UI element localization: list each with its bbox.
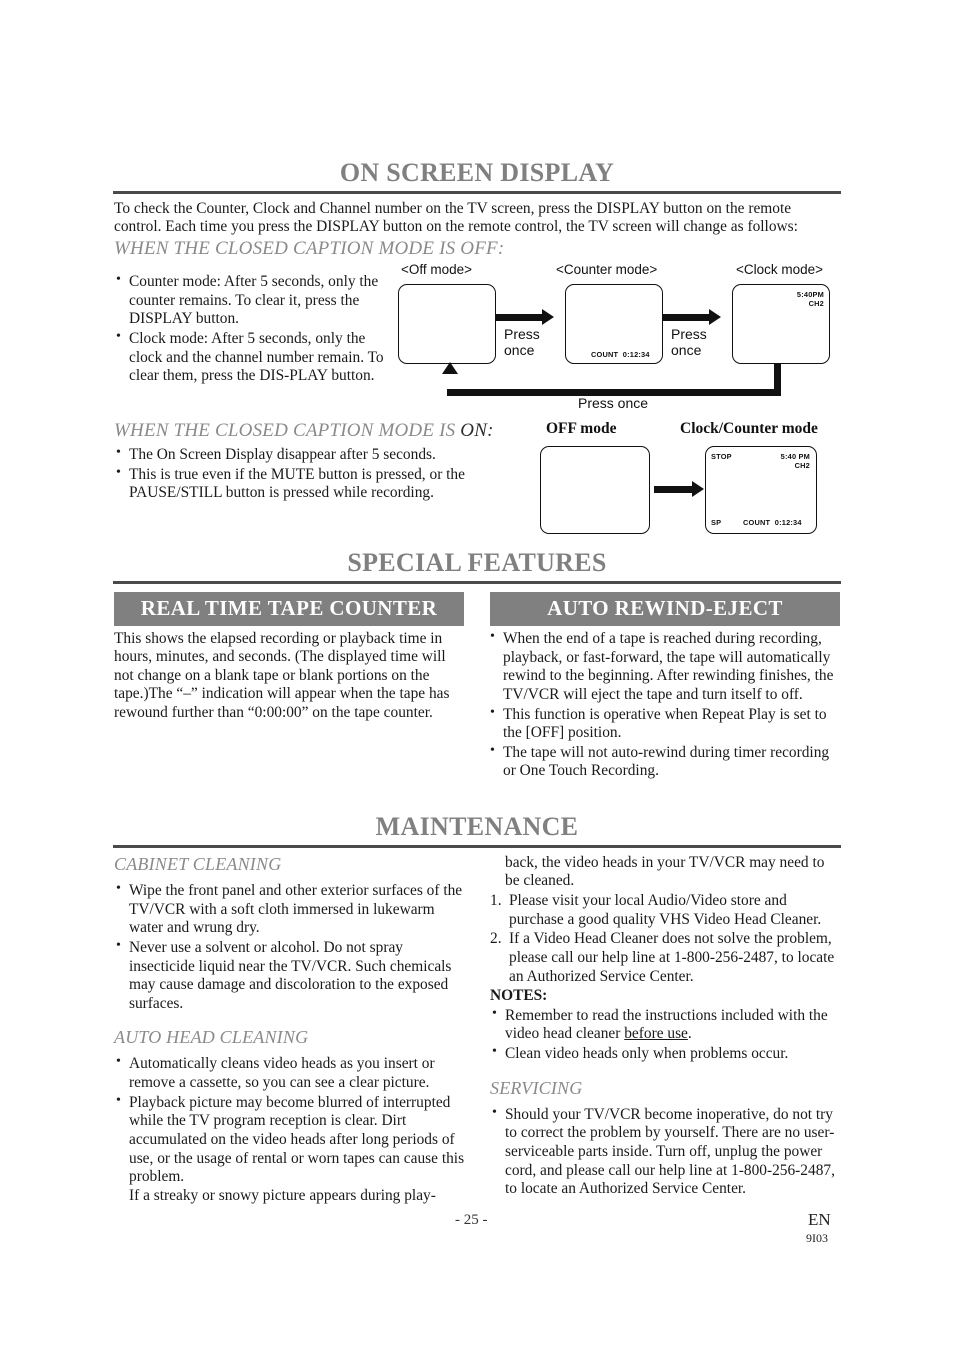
- auto-head-cleaning-bullet-list: Automatically cleans video heads as you …: [114, 1054, 472, 1187]
- maintenance-right-column: back, the video heads in your TV/VCR may…: [490, 854, 842, 1199]
- list-item: Automatically cleans video heads as you …: [114, 1054, 472, 1092]
- arrow-head-icon: [542, 309, 554, 325]
- diagram-label-off-mode: <Off mode>: [401, 262, 473, 277]
- notes-label: NOTES:: [490, 987, 548, 1005]
- list-item: Counter mode: After 5 seconds, only the …: [114, 272, 386, 329]
- maintenance-left-column: CABINET CLEANING Wipe the front panel an…: [114, 854, 472, 1205]
- notes-bullet-list: Remember to read the instructions includ…: [490, 1006, 842, 1064]
- osd-status: STOP: [711, 452, 732, 461]
- footer-language: EN: [808, 1210, 831, 1229]
- heading-cabinet-cleaning: CABINET CLEANING: [114, 854, 282, 874]
- cabinet-cleaning-bullet-list: Wipe the front panel and other exterior …: [114, 881, 472, 1014]
- list-item: If a Video Head Cleaner does not solve t…: [490, 930, 835, 985]
- on-mode-bullet-list: The On Screen Display disappear after 5 …: [114, 445, 504, 503]
- osd-time: 5:40 PM: [780, 452, 810, 461]
- tv-screen-clock-counter-mode: STOP 5:40 PM CH2 SP COUNT 0:12:34: [705, 446, 817, 534]
- diagram2-label-off-mode: OFF mode: [546, 420, 617, 437]
- maintenance-continued-text: back, the video heads in your TV/VCR may…: [505, 854, 825, 890]
- osd-count-label: COUNT: [591, 350, 619, 359]
- list-item: Should your TV/VCR become inoperative, d…: [490, 1105, 842, 1199]
- list-item: Wipe the front panel and other exterior …: [114, 881, 472, 938]
- press-label-line1: Press: [671, 326, 707, 342]
- list-item: Playback picture may become blurred of i…: [114, 1093, 472, 1187]
- on-screen-display-intro: To check the Counter, Clock and Channel …: [114, 200, 798, 236]
- arrow-head-icon: [709, 309, 721, 325]
- list-item: The tape will not auto-rewind during tim…: [488, 743, 840, 781]
- press-once-label-1: Press once: [504, 326, 540, 358]
- arrow-head-icon: [692, 481, 704, 497]
- off-mode-bullet-list: Counter mode: After 5 seconds, only the …: [114, 272, 386, 386]
- press-once-label-2: Press once: [671, 326, 707, 358]
- auto-rewind-eject-bullet-list: When the end of a tape is reached during…: [488, 629, 840, 781]
- bar-heading-auto-rewind-eject: AUTO REWIND-EJECT: [490, 592, 840, 626]
- subheading-caption-on-gray: WHEN THE CLOSED CAPTION MODE IS: [114, 420, 461, 441]
- arrow-off-to-clockcounter: [654, 486, 692, 493]
- list-item: Please visit your local Audio/Video stor…: [490, 891, 822, 928]
- bar-heading-real-time-tape-counter: REAL TIME TAPE COUNTER: [114, 592, 464, 626]
- list-item: Remember to read the instructions includ…: [490, 1006, 842, 1044]
- subheading-caption-off-colon: :: [497, 238, 505, 259]
- tv-screen-off-mode: [398, 284, 496, 364]
- list-item: This function is operative when Repeat P…: [488, 705, 840, 743]
- list-item: The On Screen Display disappear after 5 …: [114, 445, 504, 465]
- tv-screen-counter-mode: COUNT 0:12:34: [565, 284, 663, 364]
- osd-count-value: 0:12:34: [622, 350, 650, 359]
- head-cleaner-steps-list: Please visit your local Audio/Video stor…: [490, 892, 842, 986]
- tv-screen-off-mode-2: [540, 446, 650, 534]
- list-item: When the end of a tape is reached during…: [488, 629, 840, 705]
- press-label-line2: once: [671, 342, 702, 359]
- osd-count-value: 0:12:34: [774, 518, 802, 527]
- title-divider: [113, 191, 841, 194]
- osd-count-readout: COUNT 0:12:34: [743, 518, 802, 527]
- note-text-underlined: before use: [624, 1025, 688, 1043]
- title-divider: [113, 845, 841, 848]
- press-label-line1: Press: [504, 326, 540, 342]
- osd-speed: SP: [711, 518, 722, 527]
- section-maintenance: MAINTENANCE: [113, 812, 841, 848]
- diagram-label-clock-mode: <Clock mode>: [736, 262, 824, 277]
- list-item: Clean video heads only when problems occ…: [490, 1044, 842, 1064]
- osd-counter-readout: COUNT 0:12:34: [591, 350, 650, 359]
- diagram-label-counter-mode: <Counter mode>: [556, 262, 658, 277]
- arrow-counter-to-clock: [663, 314, 709, 321]
- heading-servicing: SERVICING: [490, 1077, 583, 1098]
- section-special-features: SPECIAL FEATURES: [113, 548, 841, 584]
- press-once-label-return: Press once: [578, 395, 649, 411]
- manual-page: ON SCREEN DISPLAY To check the Counter, …: [0, 0, 954, 1351]
- diagram-closed-caption-off: <Off mode> <Counter mode> <Clock mode> P…: [398, 262, 850, 414]
- diagram2-label-clock-counter-mode: Clock/Counter mode: [680, 420, 818, 437]
- tv-screen-clock-mode: 5:40PM CH2: [732, 284, 830, 364]
- section-on-screen-display: ON SCREEN DISPLAY: [113, 158, 841, 194]
- note-text-period: .: [687, 1025, 692, 1043]
- osd-channel: CH2: [794, 461, 810, 470]
- subheading-caption-off: WHEN THE CLOSED CAPTION MODE IS OFF:: [114, 238, 504, 260]
- list-item: This is true even if the MUTE button is …: [114, 465, 504, 503]
- heading-auto-head-cleaning: AUTO HEAD CLEANING: [114, 1027, 309, 1048]
- arrow-off-to-counter: [496, 314, 542, 321]
- servicing-bullet-list: Should your TV/VCR become inoperative, d…: [490, 1105, 842, 1199]
- auto-head-cleaning-trailing-text: If a streaky or snowy picture appears du…: [129, 1186, 436, 1204]
- title-divider: [113, 581, 841, 584]
- page-title: ON SCREEN DISPLAY: [339, 158, 615, 187]
- arrow-head-icon: [442, 362, 458, 374]
- osd-clock-time: 5:40PM: [796, 290, 824, 299]
- maintenance-title: MAINTENANCE: [375, 812, 579, 841]
- subheading-caption-off-text: WHEN THE CLOSED CAPTION MODE IS OFF: [114, 238, 498, 259]
- osd-count-label: COUNT: [743, 518, 771, 527]
- list-item: Clock mode: After 5 seconds, only the cl…: [114, 329, 386, 386]
- special-features-title: SPECIAL FEATURES: [347, 548, 607, 577]
- subheading-caption-on-black: ON:: [460, 420, 494, 441]
- press-label-line2: once: [504, 342, 535, 359]
- subheading-caption-on: WHEN THE CLOSED CAPTION MODE IS ON:: [114, 420, 494, 442]
- footer-code: 9I03: [806, 1231, 828, 1245]
- real-time-tape-counter-paragraph: This shows the elapsed recording or play…: [114, 630, 450, 721]
- list-item: Never use a solvent or alcohol. Do not s…: [114, 938, 472, 1014]
- page-number: - 25 -: [455, 1212, 488, 1228]
- diagram-closed-caption-on: OFF mode Clock/Counter mode STOP 5:40 PM…: [498, 420, 850, 545]
- osd-clock-channel: CH2: [808, 299, 824, 308]
